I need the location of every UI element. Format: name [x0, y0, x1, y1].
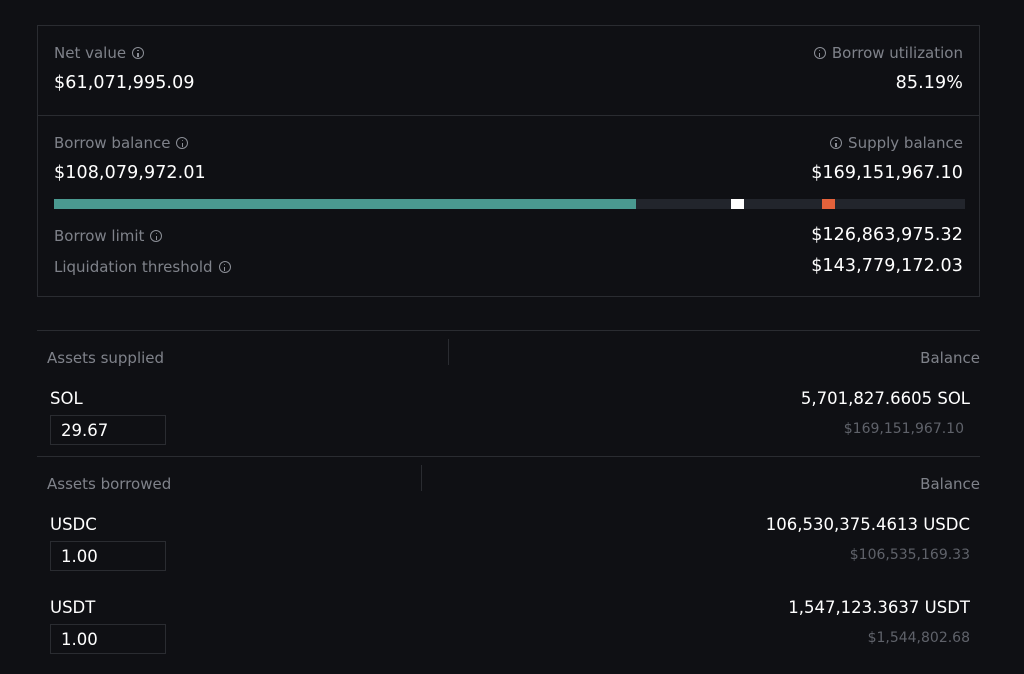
summary-divider	[38, 115, 979, 116]
assets-borrowed-table: Assets borrowed Balance USDC 106,530,375…	[37, 456, 980, 674]
asset-balance-usd: $106,535,169.33	[849, 547, 970, 563]
borrow-limit-label-text: Borrow limit	[54, 227, 145, 245]
net-value-label-text: Net value	[54, 44, 127, 62]
liquidation-threshold-value: $143,779,172.03	[811, 256, 963, 276]
supply-balance-value: $169,151,967.10	[811, 163, 963, 183]
amount-input[interactable]	[50, 415, 166, 445]
borrow-utilization-value: 85.19%	[895, 73, 963, 93]
assets-borrowed-header: Assets borrowed	[47, 475, 172, 493]
asset-balance-usd: $1,544,802.68	[867, 630, 970, 646]
column-separator	[448, 339, 449, 365]
net-value: $61,071,995.09	[54, 73, 195, 93]
asset-name: SOL	[50, 389, 83, 408]
column-separator	[421, 465, 422, 491]
info-icon[interactable]	[150, 230, 163, 242]
liquidation-threshold-label: Liquidation threshold	[54, 258, 231, 276]
amount-input[interactable]	[50, 624, 166, 654]
info-icon[interactable]	[218, 261, 231, 273]
borrow-limit-value: $126,863,975.32	[811, 225, 963, 245]
asset-balance: 5,701,827.6605 SOL	[800, 389, 970, 408]
balance-header: Balance	[920, 349, 980, 367]
info-icon[interactable]	[132, 47, 145, 59]
balance-header: Balance	[920, 475, 980, 493]
liquidation-threshold-label-text: Liquidation threshold	[54, 258, 213, 276]
asset-name: USDT	[50, 598, 96, 617]
borrow-progress-bar	[54, 199, 965, 209]
table-divider	[37, 456, 980, 457]
borrow-balance-value: $108,079,972.01	[54, 163, 206, 183]
liquidation-threshold-marker	[822, 199, 835, 209]
asset-balance: 106,530,375.4613 USDC	[765, 515, 970, 534]
borrow-balance-label: Borrow balance	[54, 134, 189, 152]
asset-name: USDC	[50, 515, 97, 534]
table-divider	[37, 330, 980, 331]
amount-input[interactable]	[50, 541, 166, 571]
supply-balance-label: Supply balance	[830, 134, 963, 152]
asset-balance: 1,547,123.3637 USDT	[788, 598, 970, 617]
account-summary-panel: Net value $61,071,995.09 Borrow utilizat…	[37, 25, 980, 297]
supply-balance-label-text: Supply balance	[848, 134, 963, 152]
borrow-limit-label: Borrow limit	[54, 227, 163, 245]
info-icon[interactable]	[813, 47, 826, 59]
borrow-utilization-label-text: Borrow utilization	[831, 44, 963, 62]
info-icon[interactable]	[176, 137, 189, 149]
net-value-label: Net value	[54, 44, 145, 62]
borrow-progress-fill	[54, 199, 636, 209]
borrow-utilization-label: Borrow utilization	[813, 44, 963, 62]
page: Net value $61,071,995.09 Borrow utilizat…	[0, 0, 1024, 674]
borrow-balance-label-text: Borrow balance	[54, 134, 171, 152]
assets-supplied-table: Assets supplied Balance SOL 5,701,827.66…	[37, 330, 980, 456]
assets-supplied-header: Assets supplied	[47, 349, 165, 367]
info-icon[interactable]	[830, 137, 843, 149]
asset-balance-usd: $169,151,967.10	[843, 421, 964, 437]
borrow-limit-marker	[731, 199, 744, 209]
